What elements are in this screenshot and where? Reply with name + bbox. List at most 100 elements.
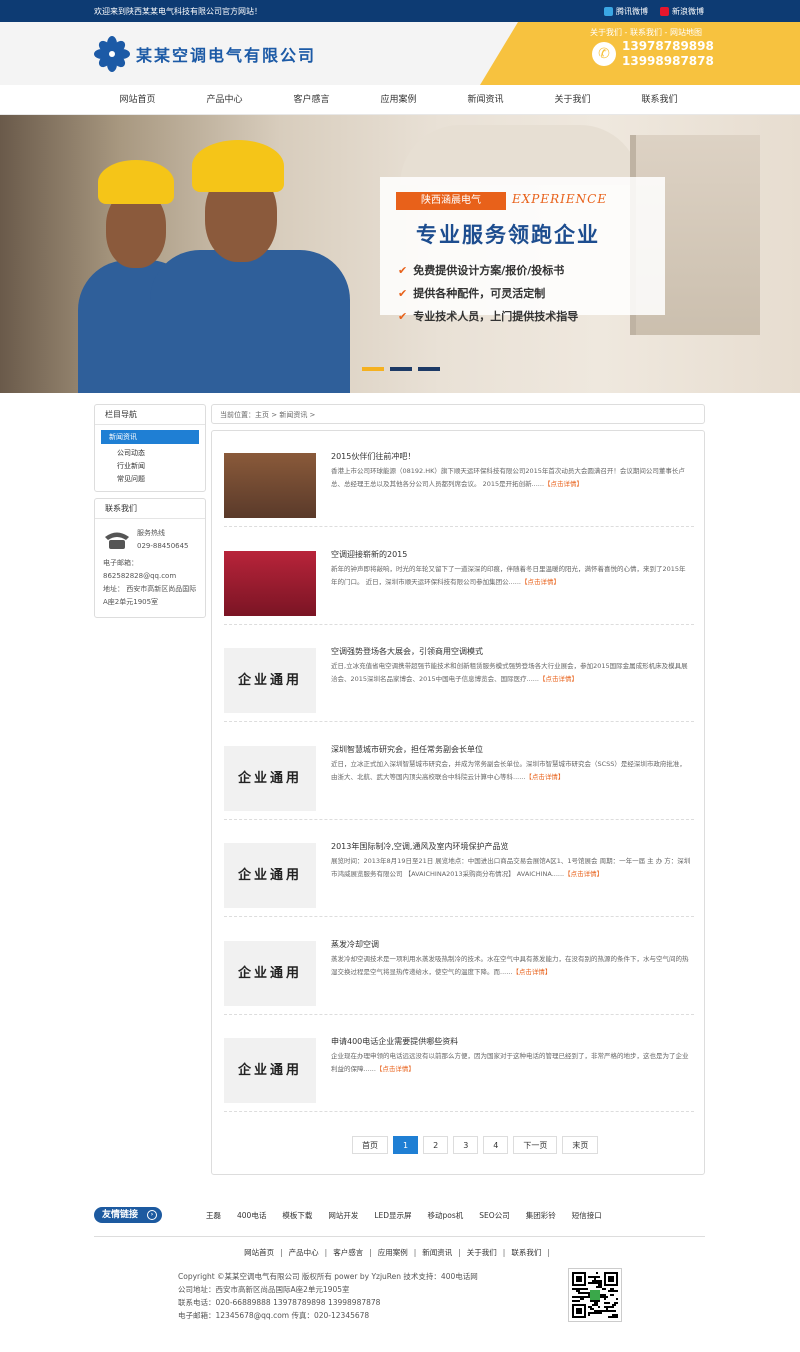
friend-link[interactable]: 移动pos机 [428,1210,464,1221]
carousel-dot-1[interactable] [362,367,384,371]
footer-nav-item[interactable]: 关于我们 [467,1248,497,1257]
news-summary: 近日，立冰正式加入深圳智慧城市研究会，并成为常务副会长单位。深圳市智慧城市研究会… [331,759,686,781]
friend-link[interactable]: 模板下载 [282,1210,312,1221]
news-title[interactable]: 深圳智慧城市研究会，担任常务副会长单位 [331,744,691,755]
sina-weibo-link[interactable]: 新浪微博 [660,6,704,17]
nav-contact[interactable]: 联系我们 [616,85,703,115]
footer-separator: | [458,1248,461,1257]
footer-nav-item[interactable]: 应用案例 [378,1248,408,1257]
sidebar-item-industry-news[interactable]: 行业新闻 [101,460,199,473]
news-item[interactable]: 空调迎接崭新的2015 新年的钟声即将敲响，时光的年轮又留下了一道深深的印痕，伴随… [224,529,694,625]
news-title[interactable]: 蒸发冷却空调 [331,939,691,950]
tencent-weibo-link[interactable]: 腾讯微博 [604,6,648,17]
footer-nav-item[interactable]: 网站首页 [244,1248,274,1257]
carousel-dots [362,367,440,371]
news-summary: 新年的钟声即将敲响，时光的年轮又留下了一道深深的印痕，伴随着冬日里温暖的阳光，满… [331,564,686,586]
news-title[interactable]: 2015伙伴们往前冲吧！ [331,451,691,462]
news-item[interactable]: 企业通用 深圳智慧城市研究会，担任常务副会长单位近日，立冰正式加入深圳智慧城市研究… [224,724,694,820]
news-item[interactable]: 2015伙伴们往前冲吧！ 香港上市公司环球能源（08192.HK）旗下顺天运环保科… [224,431,694,527]
read-more-link[interactable]: 【点击详情】 [525,773,564,781]
news-item[interactable]: 企业通用 空调强势登场各大展会，引领商用空调模式 近日,立冰充值省电空调携带超强节能… [224,626,694,722]
friend-link[interactable]: 400电话 [237,1210,266,1221]
tencent-weibo-icon [604,7,613,16]
page-button[interactable]: 3 [453,1136,479,1154]
sidebar-item-faq[interactable]: 常见问题 [101,473,199,486]
footer-nav: 网站首页 | 产品中心 | 客户感言 | 应用案例 | 新闻资讯 | 关于我们 | 联系我们 | [0,1247,800,1258]
banner-point: ✔ 专业技术人员，上门提供技术指导 [398,310,579,323]
carousel-dot-2[interactable] [390,367,412,371]
news-title[interactable]: 2013年国际制冷,空调,通风及室内环境保护产品览 [331,841,691,852]
hotline-label: 服务热线 [137,529,165,537]
breadcrumb[interactable]: 当前位置：主页 > 新闻资讯 > [211,404,705,424]
footer-separator: | [413,1248,417,1257]
check-icon: ✔ [398,310,408,323]
footer-separator: | [547,1248,550,1257]
news-thumbnail[interactable]: 企业通用 [224,745,316,811]
news-thumbnail[interactable] [224,550,316,616]
hotline-number: 029-88450645 [137,542,189,550]
circle-arrow-icon: › [147,1210,157,1220]
news-thumbnail[interactable] [224,453,316,518]
company-name: 某某空调电气有限公司 [136,46,317,65]
news-item[interactable]: 企业通用 2013年国际制冷,空调,通风及室内环境保护产品览 展览时间：2013年8… [224,821,694,917]
news-thumbnail[interactable]: 企业通用 [224,648,316,713]
friend-link[interactable]: 网站开发 [328,1210,358,1221]
email-label: 电子邮箱： [103,559,138,567]
news-title[interactable]: 空调强势登场各大展会，引领商用空调模式 [331,646,691,657]
nav-products[interactable]: 产品中心 [181,85,268,115]
page-button[interactable]: 末页 [562,1136,599,1154]
nav-news[interactable]: 新闻资讯 [442,85,529,115]
footer-nav-item[interactable]: 客户感言 [333,1248,363,1257]
sidebar-item-news[interactable]: 新闻资讯 [101,430,199,444]
news-thumbnail[interactable]: 企业通用 [224,1038,316,1103]
read-more-link[interactable]: 【点击详情】 [512,968,551,976]
contact-phones: 联系电话：020-66889888 13978789898 1399898787… [178,1298,381,1307]
worker-figure-right [150,130,350,393]
friend-link[interactable]: SEO公司 [479,1210,509,1221]
logo[interactable]: 某某空调电气有限公司 [94,36,316,72]
news-title[interactable]: 空调迎接崭新的2015 [331,549,691,560]
nav-cases[interactable]: 应用案例 [355,85,442,115]
hero-banner[interactable]: 陕西涵晨电气 EXPERIENCE 专业服务领跑企业 ✔ 免费提供设计方案/报价/… [0,115,800,393]
pagination: 首页 1 2 3 4 下一页 末页 [352,1136,599,1154]
news-item[interactable]: 企业通用 蒸发冷却空调 蒸发冷却空调技术是一项利用水蒸发吸热制冷的技术。水在空气中具… [224,919,694,1015]
friend-link[interactable]: 集团彩铃 [526,1210,556,1221]
footer-nav-item[interactable]: 联系我们 [511,1248,541,1257]
page-button[interactable]: 首页 [352,1136,388,1154]
sidebar-item-company-news[interactable]: 公司动态 [101,447,199,460]
banner-points: ✔ 免费提供设计方案/报价/投标书 ✔ 提供各种配件，可灵活定制 ✔ 专业技术人员，上… [398,259,578,328]
contact-panel: 关于我们 - 联系我们 - 网站地图 ✆ 13978789898 1399898… [480,22,800,85]
news-thumbnail[interactable]: 企业通用 [224,843,316,908]
news-title[interactable]: 申请400电话企业需要提供哪些资料 [331,1036,691,1047]
top-bar: 欢迎来到陕西某某电气科技有限公司官方网站！ 腾讯微博 新浪微博 [0,0,800,22]
phone-1: 13978789898 [622,39,714,53]
friend-link[interactable]: 短信接口 [572,1210,602,1221]
page-button[interactable]: 4 [483,1136,509,1154]
read-more-link[interactable]: 【点击详情】 [564,870,603,878]
read-more-link[interactable]: 【点击详情】 [521,578,560,586]
footer-nav-item[interactable]: 新闻资讯 [422,1248,452,1257]
nav-home[interactable]: 网站首页 [94,85,181,115]
phone-2: 13998987878 [622,54,714,68]
news-thumbnail[interactable]: 企业通用 [224,940,316,1006]
header-links[interactable]: 关于我们 - 联系我们 - 网站地图 [590,27,702,38]
read-more-link[interactable]: 【点击详情】 [376,1065,415,1073]
header: 某某空调电气有限公司 关于我们 - 联系我们 - 网站地图 ✆ 13978789… [0,22,800,85]
footer-separator: | [369,1248,372,1257]
read-more-link[interactable]: 【点击详情】 [544,480,583,488]
nav-testimonials[interactable]: 客户感言 [268,85,355,115]
news-item[interactable]: 企业通用 申请400电话企业需要提供哪些资料 企业现在办理申领的电话远远没有以前那么… [224,1016,694,1112]
footer-nav-item[interactable]: 产品中心 [289,1248,319,1257]
page-button[interactable]: 2 [423,1136,449,1154]
welcome-text: 欢迎来到陕西某某电气科技有限公司官方网站！ [94,7,262,16]
page-button[interactable]: 下一页 [513,1136,558,1154]
carousel-dot-3[interactable] [418,367,440,371]
main-content: 当前位置：主页 > 新闻资讯 > 2015伙伴们往前冲吧！ 香港上市公司环球能源（… [211,404,705,1175]
nav-about[interactable]: 关于我们 [529,85,616,115]
read-more-link[interactable]: 【点击详情】 [539,675,578,683]
banner-tag: 陕西涵晨电气 [396,192,506,210]
news-summary: 香港上市公司环球能源（08192.HK）旗下顺天运环保科技有限公司2015年首次… [331,467,685,488]
friend-link[interactable]: LED显示屏 [374,1210,411,1221]
page-button[interactable]: 1 [393,1136,419,1154]
friend-link[interactable]: 王磊 [206,1210,221,1221]
